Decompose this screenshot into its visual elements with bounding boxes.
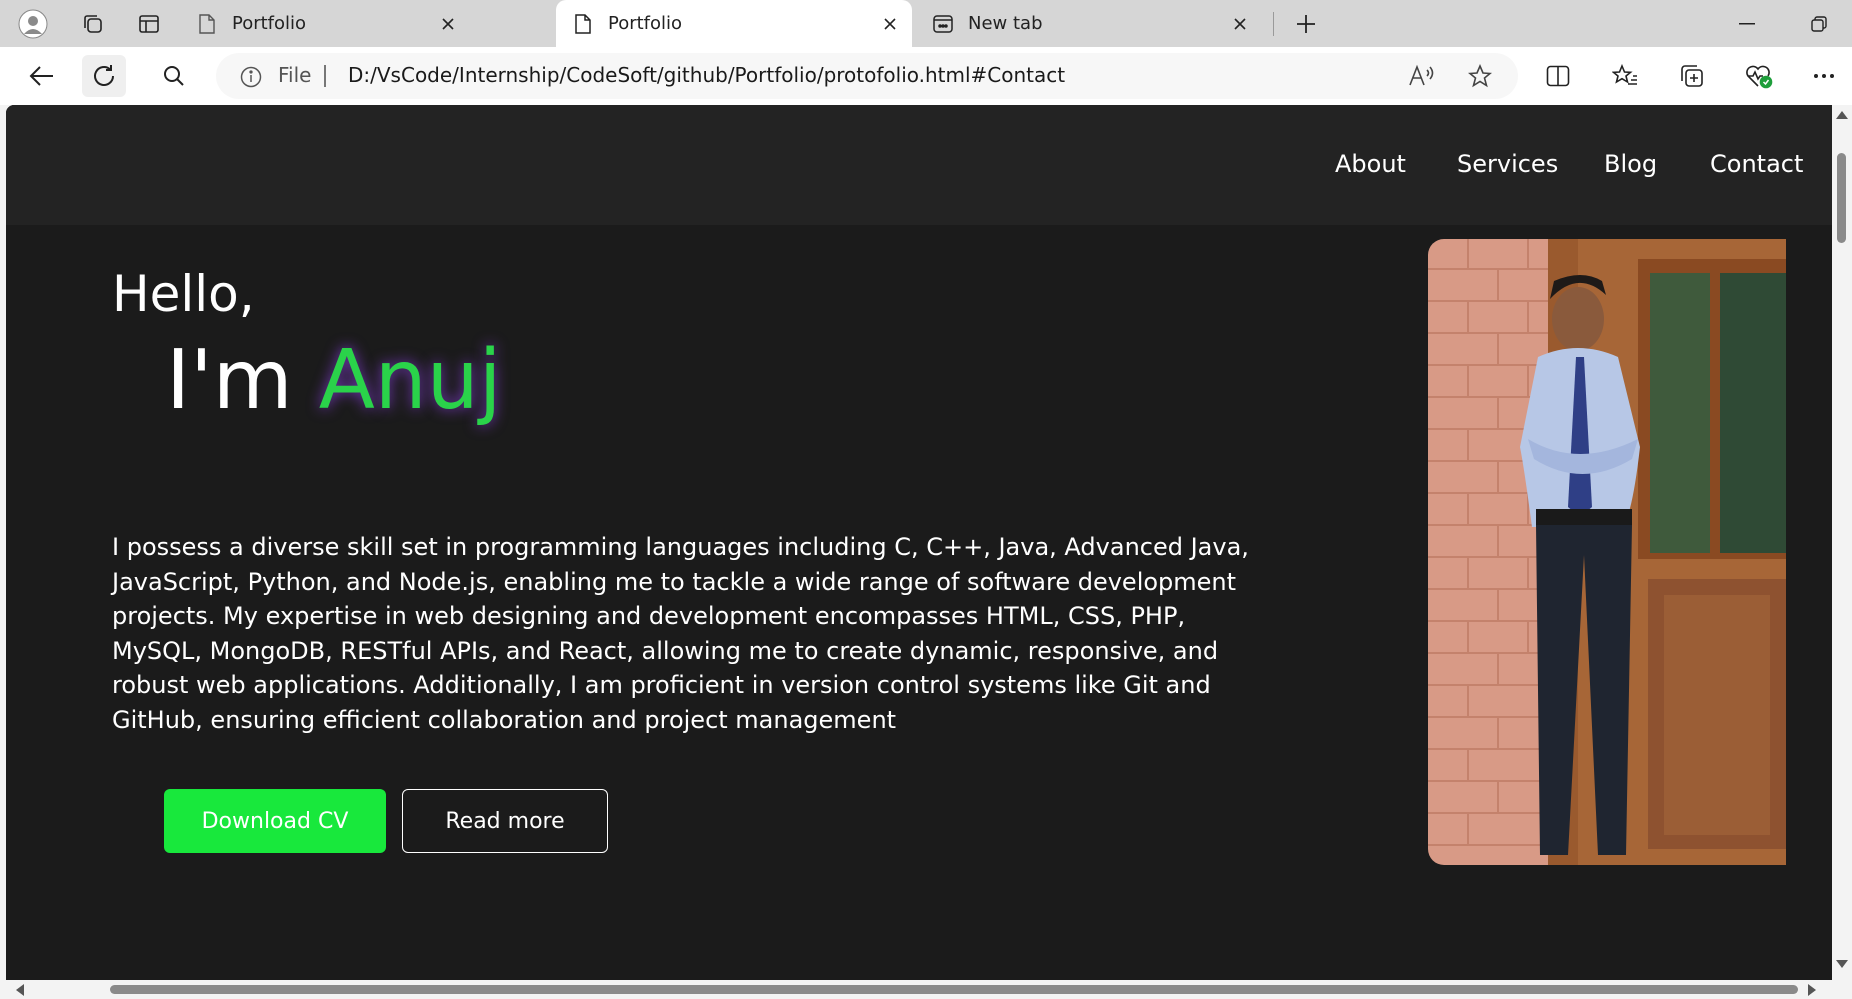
hero-intro: I'm Anuj [166,333,502,428]
horizontal-scroll-thumb[interactable] [110,985,1798,994]
vertical-scroll-thumb[interactable] [1837,153,1846,243]
url-text[interactable]: D:/VsCode/Internship/CodeSoft/github/Por… [348,63,1065,87]
scroll-right-arrow-icon[interactable] [1808,984,1816,996]
nav-link-blog[interactable]: Blog [1604,150,1657,178]
site-navbar: About Services Blog Contact [6,105,1832,225]
nav-link-services[interactable]: Services [1457,150,1558,178]
download-cv-button[interactable]: Download CV [164,789,386,853]
scroll-down-arrow-icon[interactable] [1836,960,1848,968]
hero-name: Anuj [318,333,502,428]
workspaces-icon[interactable] [76,8,110,40]
tab-title: Portfolio [608,13,683,34]
tab-new-tab[interactable]: New tab [916,0,1262,47]
hero-bio: I possess a diverse skill set in program… [112,533,1249,734]
search-icon[interactable] [152,55,196,97]
tab-title: Portfolio [232,13,307,34]
refresh-icon[interactable] [82,55,126,97]
new-tab-page-icon [932,13,954,35]
new-tab-plus-icon[interactable] [1289,8,1323,40]
profile-photo-illustration [1428,239,1786,865]
scroll-up-arrow-icon[interactable] [1836,111,1848,119]
close-tab-icon[interactable] [434,10,462,38]
tab-portfolio-1[interactable]: Portfolio [180,0,470,47]
profile-avatar-icon[interactable] [16,8,50,40]
site-info-icon[interactable] [240,66,262,92]
tab-portfolio-active[interactable]: Portfolio [556,0,912,47]
hero-intro-prefix: I'm [166,333,293,428]
favorites-list-icon[interactable] [1603,55,1647,97]
page-icon [196,13,218,35]
browser-toolbar: File D:/VsCode/Internship/CodeSoft/githu… [0,47,1852,105]
browser-tab-strip: Portfolio Portfolio New tab [0,0,1852,47]
scroll-left-arrow-icon[interactable] [16,984,24,996]
collections-icon[interactable] [1670,55,1714,97]
vertical-tabs-icon[interactable] [132,8,166,40]
close-tab-icon[interactable] [876,10,904,38]
address-bar[interactable]: File D:/VsCode/Internship/CodeSoft/githu… [216,53,1518,99]
browser-essentials-icon[interactable] [1737,55,1781,97]
nav-link-contact[interactable]: Contact [1710,150,1803,178]
more-options-icon[interactable] [1802,55,1846,97]
favorite-star-icon[interactable] [1467,63,1493,92]
horizontal-scrollbar[interactable] [0,980,1852,999]
tab-separator [1273,12,1274,36]
split-screen-icon[interactable] [1536,55,1580,97]
tab-title: New tab [968,13,1043,34]
hero-greeting: Hello, [112,265,255,323]
read-aloud-icon[interactable] [1408,64,1434,92]
close-tab-icon[interactable] [1226,10,1254,38]
profile-photo [1428,239,1786,865]
page-viewport: About Services Blog Contact Hello, I'm A… [6,105,1832,980]
address-divider [324,65,326,87]
restore-window-icon[interactable] [1786,0,1852,47]
read-more-button[interactable]: Read more [402,789,608,853]
protocol-label: File [278,63,312,87]
vertical-scrollbar[interactable] [1832,105,1852,980]
minimize-window-icon[interactable] [1714,0,1780,47]
back-arrow-icon[interactable] [20,55,64,97]
nav-link-about[interactable]: About [1335,150,1406,178]
page-icon [572,13,594,35]
